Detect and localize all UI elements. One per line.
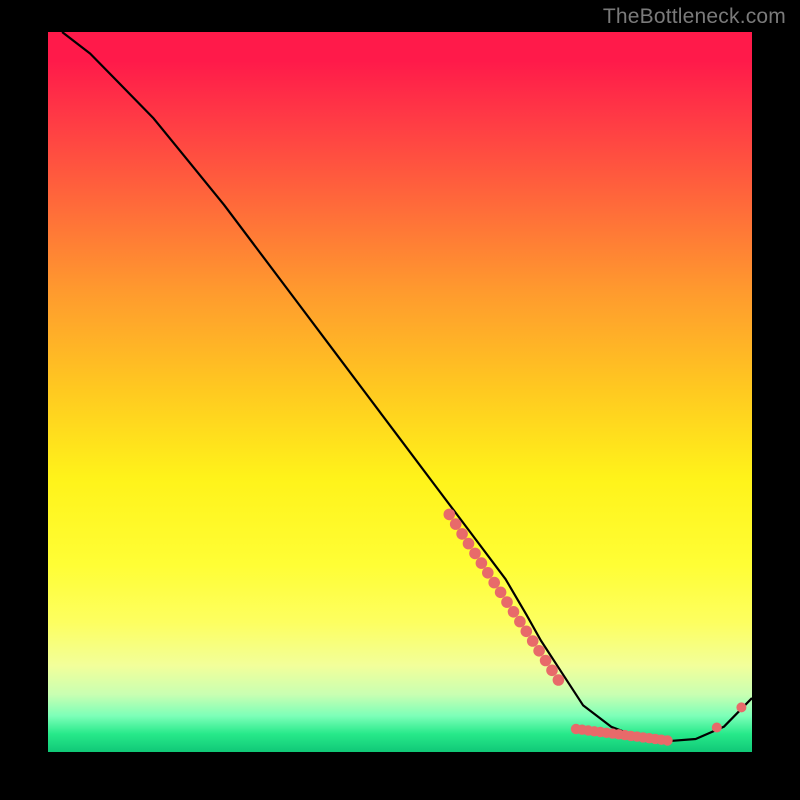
data-marker — [488, 577, 500, 589]
curve-path — [62, 32, 752, 741]
data-marker — [533, 645, 545, 657]
plot-area — [48, 32, 752, 752]
data-marker — [476, 557, 488, 569]
data-marker — [662, 735, 672, 745]
data-marker — [736, 702, 746, 712]
chart-stage: { "watermark": "TheBottleneck.com", "col… — [0, 0, 800, 800]
data-marker — [546, 665, 558, 677]
data-marker — [514, 616, 526, 628]
data-marker — [540, 655, 552, 667]
data-marker — [482, 567, 494, 579]
data-marker — [463, 538, 475, 550]
watermark-text: TheBottleneck.com — [603, 5, 786, 29]
bottleneck-curve — [62, 32, 752, 741]
markers-group — [444, 509, 747, 746]
data-marker — [553, 674, 565, 686]
data-marker — [712, 723, 722, 733]
curve-layer — [48, 32, 752, 752]
data-marker — [495, 587, 507, 599]
data-marker — [508, 606, 520, 618]
data-marker — [527, 635, 539, 647]
data-marker — [501, 596, 513, 608]
data-marker — [444, 509, 456, 521]
data-marker — [521, 626, 533, 638]
data-marker — [469, 548, 481, 560]
data-marker — [456, 528, 468, 540]
data-marker — [450, 518, 462, 530]
